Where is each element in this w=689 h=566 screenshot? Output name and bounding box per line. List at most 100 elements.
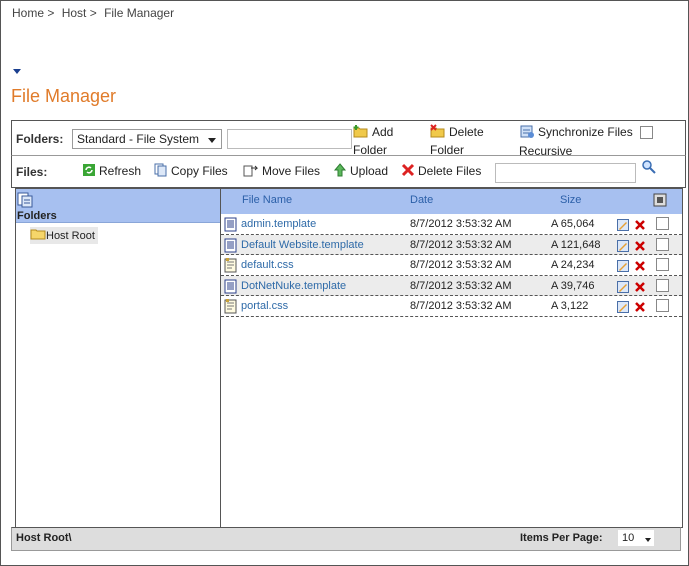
copy-files-button[interactable]: Copy Files bbox=[154, 163, 228, 181]
delete-folder-icon bbox=[430, 124, 446, 142]
file-date: 8/7/2012 3:53:32 AM bbox=[410, 279, 512, 292]
file-name-link[interactable]: DotNetNuke.template bbox=[241, 280, 346, 292]
breadcrumb-host[interactable]: Host > bbox=[62, 6, 97, 20]
folders-icon bbox=[17, 192, 33, 211]
folder-name-input[interactable] bbox=[227, 129, 352, 149]
add-folder-icon bbox=[353, 124, 369, 142]
refresh-label: Refresh bbox=[99, 164, 142, 178]
synchronize-files-button[interactable]: Synchronize Files Recursive bbox=[519, 124, 654, 159]
table-row[interactable]: Default Website.template 8/7/2012 3:53:32… bbox=[221, 234, 682, 256]
delete-icon[interactable] bbox=[634, 260, 646, 275]
delete-folder-button[interactable]: Delete Folder bbox=[430, 124, 484, 158]
chevron-down-icon bbox=[208, 138, 216, 143]
chevron-down-icon bbox=[645, 538, 651, 542]
column-size[interactable]: Size bbox=[560, 194, 581, 206]
document-icon bbox=[224, 279, 237, 297]
file-date: 8/7/2012 3:53:32 AM bbox=[410, 300, 512, 312]
file-name-link[interactable]: Default Website.template bbox=[241, 239, 364, 251]
files-toolbar: Files: Refresh Copy Files Move Files Upl… bbox=[11, 156, 686, 188]
file-name-link[interactable]: admin.template bbox=[241, 218, 316, 230]
delete-icon[interactable] bbox=[634, 281, 646, 296]
synchronize-icon bbox=[519, 124, 535, 143]
delete-icon[interactable] bbox=[634, 219, 646, 234]
folders-label: Folders: bbox=[16, 132, 64, 146]
folders-toolbar: Folders: Standard - File System Add Fold… bbox=[11, 120, 686, 159]
move-files-icon bbox=[243, 163, 259, 181]
edit-icon[interactable] bbox=[617, 239, 629, 255]
breadcrumb: Home > Host > File Manager bbox=[12, 6, 178, 20]
delete-icon[interactable] bbox=[634, 240, 646, 255]
file-name-link[interactable]: portal.css bbox=[241, 300, 288, 312]
move-files-label: Move Files bbox=[262, 164, 321, 178]
file-date: 8/7/2012 3:53:32 AM bbox=[410, 238, 512, 251]
document-icon bbox=[224, 238, 237, 256]
delete-files-label: Delete Files bbox=[418, 164, 482, 178]
tree-node-host-root[interactable]: Host Root bbox=[30, 227, 98, 244]
file-grid-pane: File Name Date Size admin.template 8/7/20… bbox=[221, 188, 683, 528]
delete-folder-label-2: Folder bbox=[430, 143, 465, 157]
current-path: Host Root\ bbox=[16, 532, 72, 544]
collapse-arrow-icon[interactable] bbox=[13, 69, 21, 74]
files-search-input[interactable] bbox=[495, 163, 636, 183]
delete-folder-label-1: Delete bbox=[449, 125, 484, 139]
file-date: 8/7/2012 3:53:32 AM bbox=[410, 259, 512, 271]
file-size: A 3,122 bbox=[551, 300, 589, 312]
document-icon bbox=[224, 217, 237, 235]
folder-tree-header: Folders bbox=[16, 189, 220, 223]
table-row[interactable]: portal.css 8/7/2012 3:53:32 AM A 3,122 bbox=[221, 296, 682, 317]
copy-files-icon bbox=[154, 163, 168, 181]
table-row[interactable]: admin.template 8/7/2012 3:53:32 AM A 65,06… bbox=[221, 214, 682, 235]
edit-icon[interactable] bbox=[617, 260, 629, 275]
copy-files-label: Copy Files bbox=[171, 164, 228, 178]
row-checkbox[interactable] bbox=[656, 258, 669, 271]
delete-files-button[interactable]: Delete Files bbox=[401, 163, 481, 181]
file-size: A 121,648 bbox=[551, 238, 601, 251]
folder-icon bbox=[30, 228, 46, 243]
file-size: A 24,234 bbox=[551, 259, 595, 271]
file-size: A 39,746 bbox=[551, 279, 595, 292]
refresh-icon bbox=[82, 163, 96, 181]
folder-tree-pane: Folders Host Root bbox=[15, 188, 221, 528]
table-row[interactable]: default.css 8/7/2012 3:53:32 AM A 24,234 bbox=[221, 255, 682, 276]
folder-select-value: Standard - File System bbox=[77, 132, 200, 146]
folders-header-label: Folders bbox=[17, 210, 57, 222]
delete-x-icon bbox=[401, 163, 415, 181]
items-per-page-select[interactable]: 10 bbox=[617, 529, 655, 547]
edit-icon[interactable] bbox=[617, 280, 629, 296]
move-files-button[interactable]: Move Files bbox=[243, 163, 320, 181]
select-all-icon[interactable] bbox=[653, 193, 667, 210]
synchronize-checkbox[interactable] bbox=[640, 126, 654, 140]
add-folder-label-1: Add bbox=[372, 125, 394, 139]
edit-icon[interactable] bbox=[617, 219, 629, 234]
items-per-page-value: 10 bbox=[622, 532, 635, 544]
add-folder-button[interactable]: Add Folder bbox=[353, 124, 393, 158]
file-date: 8/7/2012 3:53:32 AM bbox=[410, 218, 512, 230]
upload-icon bbox=[333, 163, 347, 181]
edit-icon[interactable] bbox=[617, 301, 629, 316]
row-checkbox[interactable] bbox=[656, 278, 669, 292]
search-icon[interactable] bbox=[641, 159, 657, 178]
file-name-link[interactable]: default.css bbox=[241, 259, 294, 271]
css-file-icon bbox=[224, 299, 237, 317]
breadcrumb-current: File Manager bbox=[104, 6, 175, 20]
upload-button[interactable]: Upload bbox=[333, 163, 388, 181]
refresh-button[interactable]: Refresh bbox=[82, 163, 141, 181]
files-label: Files: bbox=[16, 165, 48, 179]
column-file-name[interactable]: File Name bbox=[242, 194, 292, 206]
row-checkbox[interactable] bbox=[656, 217, 669, 230]
tree-node-label: Host Root bbox=[46, 229, 95, 242]
row-checkbox[interactable] bbox=[656, 237, 669, 251]
css-file-icon bbox=[224, 258, 237, 276]
folder-provider-select[interactable]: Standard - File System bbox=[72, 129, 222, 149]
table-row[interactable]: DotNetNuke.template 8/7/2012 3:53:32 AM A … bbox=[221, 275, 682, 297]
breadcrumb-home[interactable]: Home > bbox=[12, 6, 54, 20]
file-size: A 65,064 bbox=[551, 218, 595, 230]
file-list: admin.template 8/7/2012 3:53:32 AM A 65,06… bbox=[221, 214, 682, 317]
row-checkbox[interactable] bbox=[656, 299, 669, 312]
column-date[interactable]: Date bbox=[410, 194, 433, 206]
delete-icon[interactable] bbox=[634, 301, 646, 316]
grid-header: File Name Date Size bbox=[221, 189, 682, 214]
add-folder-label-2: Folder bbox=[353, 143, 388, 157]
page-title: File Manager bbox=[11, 86, 117, 106]
items-per-page-label: Items Per Page: bbox=[520, 532, 603, 544]
